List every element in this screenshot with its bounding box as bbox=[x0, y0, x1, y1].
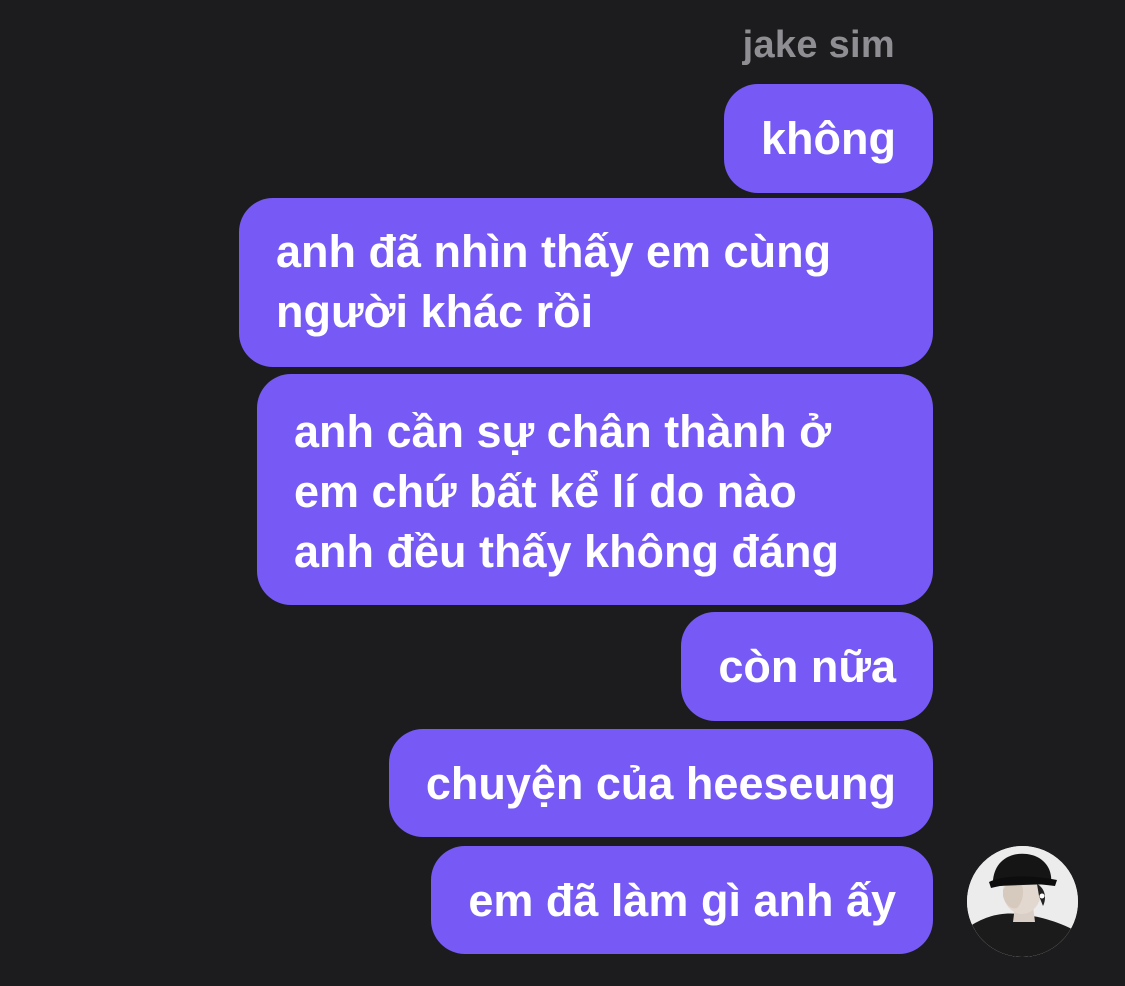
sender-name: jake sim bbox=[742, 24, 895, 66]
message-bubble[interactable]: còn nữa bbox=[681, 612, 933, 721]
user-avatar-photo-icon bbox=[967, 846, 1078, 957]
message-bubble[interactable]: chuyện của heeseung bbox=[388, 729, 933, 837]
avatar[interactable] bbox=[967, 846, 1078, 957]
message-bubble[interactable]: anh đã nhìn thấy em cùng người khác rồi bbox=[239, 198, 933, 367]
message-bubble[interactable]: anh cần sự chân thành ở em chứ bất kể lí… bbox=[257, 374, 933, 605]
message-bubble[interactable]: em đã làm gì anh ấy bbox=[431, 846, 933, 954]
message-bubble[interactable]: không bbox=[724, 84, 933, 193]
